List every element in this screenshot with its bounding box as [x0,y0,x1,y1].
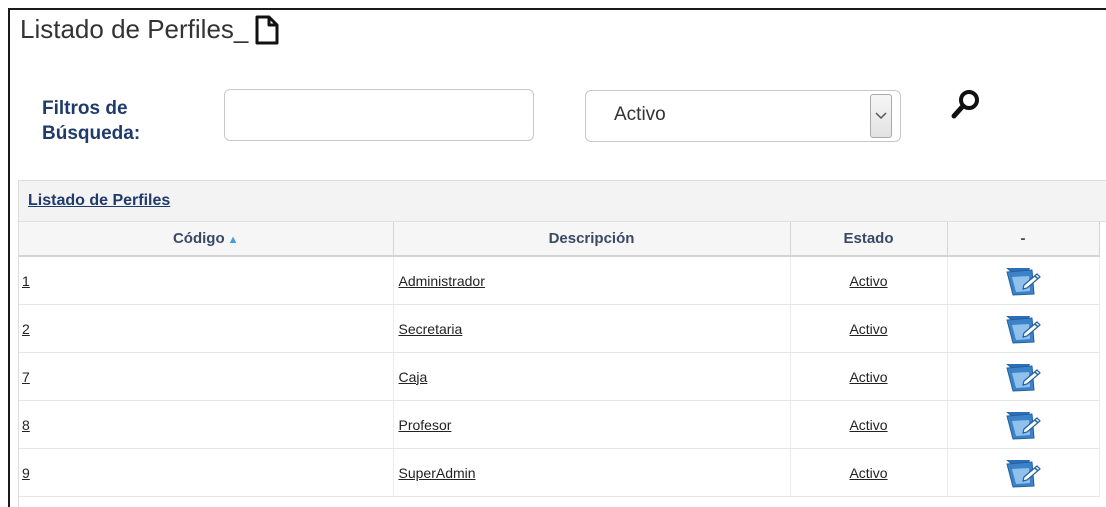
cell-description: Secretaria [393,304,791,353]
status-link[interactable]: Activo [849,321,887,337]
cell-code: 1 [19,256,394,305]
cell-actions [947,400,1100,449]
status-link[interactable]: Activo [849,273,887,289]
page-title-text: Listado de Perfiles_ [20,14,249,44]
code-link[interactable]: 8 [22,417,30,433]
description-link[interactable]: Caja [399,369,428,385]
status-link[interactable]: Activo [849,465,887,481]
cell-code: 7 [19,352,394,401]
filters-label-line2: Búsqueda: [42,123,141,144]
table-row: 1 Administrador Activo [19,256,1100,305]
status-link[interactable]: Activo [849,369,887,385]
column-header-description[interactable]: Descripción [393,222,791,257]
description-link[interactable]: SuperAdmin [399,465,476,481]
cell-status: Activo [790,304,948,353]
cell-status: Activo [790,400,948,449]
cell-status: Activo [790,352,948,401]
edit-icon[interactable] [1004,361,1042,393]
code-link[interactable]: 9 [22,465,30,481]
filters-label-line1: Filtros de [42,98,128,119]
search-input[interactable] [224,89,534,141]
table-row: 7 Caja Activo [19,352,1100,401]
cell-actions [947,304,1100,353]
profiles-grid: Listado de Perfiles Código ▲ Descripción … [18,180,1106,507]
cell-description: Profesor [393,400,791,449]
cell-code: 9 [19,448,394,497]
column-header-code[interactable]: Código ▲ [19,222,394,257]
grid-caption: Listado de Perfiles [19,181,1106,222]
status-select[interactable]: Activo [585,90,901,142]
column-header-actions: - [947,222,1100,257]
description-link[interactable]: Administrador [399,273,485,289]
cell-code: 2 [19,304,394,353]
sort-asc-icon[interactable]: ▲ [228,234,239,246]
cell-description: SuperAdmin [393,448,791,497]
cell-code: 8 [19,400,394,449]
page-title: Listado de Perfiles_ [20,14,280,45]
cell-actions [947,256,1100,305]
grid-caption-link[interactable]: Listado de Perfiles [28,192,170,209]
code-link[interactable]: 1 [22,273,30,289]
code-link[interactable]: 7 [22,369,30,385]
filters-label: Filtros de Búsqueda: [42,96,182,146]
cell-description: Caja [393,352,791,401]
magnifier-icon[interactable] [950,88,982,120]
edit-icon[interactable] [1004,457,1042,489]
chevron-down-icon[interactable] [870,94,892,138]
table-row: 9 SuperAdmin Activo [19,448,1100,497]
column-header-status[interactable]: Estado [790,222,948,257]
description-link[interactable]: Profesor [399,417,452,433]
table-row: 8 Profesor Activo [19,400,1100,449]
cell-actions [947,352,1100,401]
code-link[interactable]: 2 [22,321,30,337]
edit-icon[interactable] [1004,409,1042,441]
edit-icon[interactable] [1004,313,1042,345]
cell-description: Administrador [393,256,791,305]
cell-actions [947,448,1100,497]
cell-status: Activo [790,256,948,305]
table-row: 2 Secretaria Activo [19,304,1100,353]
edit-icon[interactable] [1004,265,1042,297]
status-select-value: Activo [614,104,666,125]
description-link[interactable]: Secretaria [399,321,463,337]
column-header-code-label: Código [172,230,225,247]
new-document-icon[interactable] [254,15,280,45]
table-header-row: Código ▲ Descripción Estado - [19,222,1100,257]
cell-status: Activo [790,448,948,497]
status-link[interactable]: Activo [849,417,887,433]
profiles-table: Código ▲ Descripción Estado - 1 Administr… [19,222,1100,497]
